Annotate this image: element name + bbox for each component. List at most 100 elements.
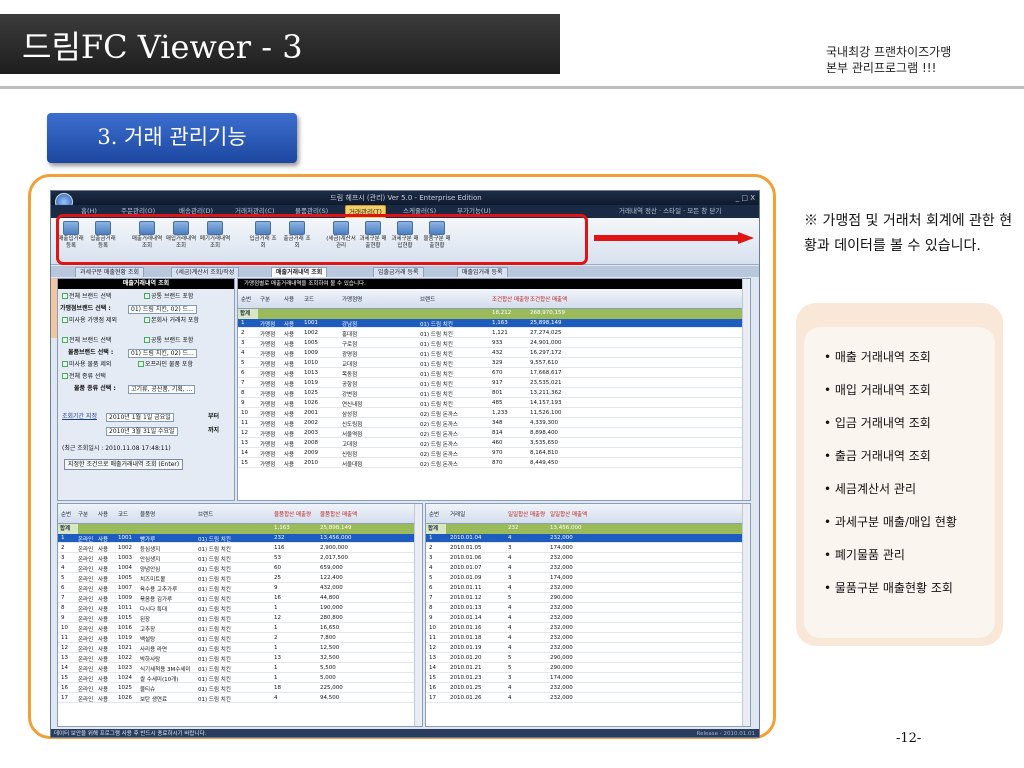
table-row[interactable]: 12 가맹점 사용 2003 서울역점 02) 드림 돈까스 814 8,898,400 [238,429,750,438]
table-cell: 1004 [118,565,132,571]
table-row[interactable]: 15 2010.01.23 3 174,000 [426,674,750,683]
table-cell: 01) 드림 치킨 [420,392,453,398]
column-header: 사용 [98,512,109,518]
table-row[interactable]: 9 온라인 사용 1015 된장 01) 드림 치킨 12 280,800 [58,614,422,623]
table-cell: 다시다 특대 [140,607,168,613]
table-cell: 1 [241,320,245,326]
table-cell: 3 [61,555,65,561]
table-cell: 15 [61,675,68,681]
table-row[interactable]: 10 2010.01.16 4 232,000 [426,624,750,633]
table-cell: 4 [508,695,512,701]
table-row[interactable]: 1 가맹점 사용 1001 강남점 01) 드림 치킨 1,163 25,898,149 [238,319,750,328]
table-cell: 329 [492,360,503,366]
table-row[interactable]: 13 온라인 사용 1022 박하사탕 01) 드림 치킨 13 32,500 [58,654,422,663]
table-row[interactable]: 7 가맹점 사용 1019 공항점 01) 드림 치킨 917 23,535,021 [238,379,750,388]
to-suffix: 까지 [208,427,220,434]
table-row[interactable]: 14 가맹점 사용 2009 신림점 02) 드림 돈까스 970 8,164,810 [238,449,750,458]
table-cell: 15 [429,675,436,681]
table-row[interactable]: 16 온라인 사용 1025 물티슈 01) 드림 치킨 18 225,000 [58,684,422,693]
table-cell: 2,900,000 [320,545,348,551]
table-row[interactable]: 3 가맹점 사용 1005 구로점 01) 드림 치킨 933 24,901,000 [238,339,750,348]
table-row[interactable]: 5 온라인 사용 1005 치즈미트볼 01) 드림 치킨 25 122,400 [58,574,422,583]
table-cell: 사용 [98,667,109,673]
table-row[interactable]: 14 온라인 사용 1023 식기세척용 3M수세미 01) 드림 치킨 1 5,500 [58,664,422,673]
table-row[interactable]: 17 2010.01.26 4 232,000 [426,694,750,703]
table-row[interactable]: 11 가맹점 사용 2002 신도림점 02) 드림 돈까스 348 4,339,300 [238,419,750,428]
table-row[interactable]: 2 가맹점 사용 1002 홍대점 01) 드림 치킨 1,121 27,274,025 [238,329,750,338]
table-row[interactable]: 13 가맹점 사용 2008 고대점 02) 드림 돈까스 460 3,535,650 [238,439,750,448]
table-row[interactable]: 11 2010.01.18 4 232,000 [426,634,750,643]
table-row[interactable]: 14 2010.01.21 5 290,000 [426,664,750,673]
table-row[interactable]: 6 2010.01.11 4 232,000 [426,584,750,593]
table-cell: 13,456,000 [320,535,352,541]
table-row[interactable]: 4 온라인 사용 1004 양념안심 01) 드림 치킨 60 659,000 [58,564,422,573]
table-row[interactable]: 15 가맹점 사용 2010 서울대점 02) 드림 돈까스 870 8,449,450 [238,459,750,468]
table-cell: 01) 드림 치킨 [198,577,231,583]
exclude-unused-checkbox[interactable]: 미사용 가맹점 제외 [62,317,117,325]
table-row[interactable]: 9 2010.01.14 4 232,000 [426,614,750,623]
franchise-brand-label: 가맹점브랜드 선택 : [60,305,111,312]
table-cell: 7 [429,595,433,601]
tab-sales-history[interactable]: 매출거래내역 조회 [271,267,328,277]
exclude-unused-goods-checkbox[interactable]: 미사용 물품 제외 [62,361,111,369]
table-row[interactable]: 8 2010.01.13 4 232,000 [426,604,750,613]
table-row[interactable]: 10 온라인 사용 1016 고추장 01) 드림 치킨 1 16,650 [58,624,422,633]
all-brand-checkbox[interactable]: 전체 브랜드 선택 [62,293,111,301]
table-row[interactable]: 4 2010.01.07 4 232,000 [426,564,750,573]
include-head-checkbox[interactable]: 본회사 거래처 포함 [144,317,199,325]
window-controls[interactable]: _ □ X [736,191,755,205]
date-to-picker[interactable]: 2010년 3월 31일 수요일 [106,427,178,436]
table-cell: 1 [274,625,278,631]
tab-tax-sales[interactable]: 과세구분 매출현황 조회 [75,267,145,277]
table-row[interactable]: 8 온라인 사용 1011 다시다 특대 01) 드림 치킨 1 190,000 [58,604,422,613]
table-row[interactable]: 2 2010.01.05 3 174,000 [426,544,750,553]
table-row[interactable]: 17 온라인 사용 1026 보탄 생연료 01) 드림 치킨 4 94,500 [58,694,422,703]
franchise-brand-select[interactable]: 01) 드림 치킨, 02) 드... [128,305,197,314]
common-brand2-checkbox[interactable]: 공통 브랜드 포함 [144,337,193,345]
table-cell: 사용 [284,462,295,468]
table-cell: 232 [274,535,285,541]
table-row[interactable]: 5 2010.01.09 3 174,000 [426,574,750,583]
grid-scrollbar[interactable] [742,279,750,500]
table-row[interactable]: 7 2010.01.12 5 290,000 [426,594,750,603]
kind-select[interactable]: 고기류, 공산품, 기획, ... [128,385,196,394]
table-row[interactable]: 11 온라인 사용 1019 백설탕 01) 드림 치킨 2 7,800 [58,634,422,643]
table-row[interactable]: 9 가맹점 사용 1026 연신내점 01) 드림 치킨 485 14,157,193 [238,399,750,408]
table-cell: 01) 드림 치킨 [198,547,231,553]
table-row[interactable]: 1 2010.01.04 4 232,000 [426,534,750,543]
table-row[interactable]: 6 가맹점 사용 1013 목동점 01) 드림 치킨 670 17,668,617 [238,369,750,378]
table-row[interactable]: 12 2010.01.19 4 232,000 [426,644,750,653]
tab-payment-register[interactable]: 입출금거래 등록 [373,267,424,277]
table-row[interactable]: 8 가맹점 사용 1025 강변점 01) 드림 치킨 801 13,211,362 [238,389,750,398]
table-row[interactable]: 3 온라인 사용 1003 안심생지 01) 드림 치킨 53 2,017,500 [58,554,422,563]
table-row[interactable]: 10 가맹점 사용 2001 삼성점 02) 드림 돈까스 1,233 11,526,100 [238,409,750,418]
table-row[interactable]: 6 온라인 사용 1007 육수용 고추가루 01) 드림 치킨 9 432,000 [58,584,422,593]
all-kind-checkbox[interactable]: 전체 종류 선택 [62,373,106,381]
common-brand-checkbox[interactable]: 공통 브랜드 포함 [144,293,193,301]
table-cell: 가맹점 [260,412,276,418]
table-row[interactable]: 5 가맹점 사용 1010 교대점 01) 드림 치킨 329 9,557,610 [238,359,750,368]
tab-trade-register[interactable]: 매출입거래 등록 [457,267,508,277]
table-cell: 2010.01.12 [450,595,482,601]
goods-brand-select[interactable]: 01) 드림 치킨, 02) 드... [128,349,197,358]
include-offline-checkbox[interactable]: 오프라인 물품 포함 [138,361,193,369]
table-row[interactable]: 3 2010.01.06 4 232,000 [426,554,750,563]
table-row[interactable]: 4 가맹점 사용 1009 광명점 01) 드림 치킨 432 16,297,172 [238,349,750,358]
table-row[interactable]: 16 2010.01.25 4 232,000 [426,684,750,693]
grid-scrollbar[interactable] [414,504,422,726]
table-row[interactable]: 15 온라인 사용 1024 쌀 수세미(10개) 01) 드림 치킨 1 5,000 [58,674,422,683]
table-row[interactable]: 12 온라인 사용 1021 사리용 라면 01) 드림 치킨 1 12,500 [58,644,422,653]
date-from-picker[interactable]: 2010년 1월 1일 금요일 [106,413,174,422]
menu-right-tools[interactable]: 거래내역 정산 · 스타일 · 모든 창 닫기 [619,205,721,218]
table-cell: 온라인 [78,637,94,643]
table-row[interactable]: 1 온라인 사용 1001 빵가루 01) 드림 치킨 232 13,456,000 [58,534,422,543]
kind-label: 물품 종류 선택 : [74,385,116,392]
table-cell: 구로점 [342,342,358,348]
table-row[interactable]: 13 2010.01.20 5 290,000 [426,654,750,663]
tab-tax-invoice[interactable]: (세금)계산서 조회/작성 [171,267,240,277]
all-brand2-checkbox[interactable]: 전체 브랜드 선택 [62,337,111,345]
table-row[interactable]: 7 온라인 사용 1009 볶음용 김가루 01) 드림 치킨 16 44,800 [58,594,422,603]
table-row[interactable]: 2 온라인 사용 1002 등심생지 01) 드림 치킨 116 2,900,000 [58,544,422,553]
run-query-button[interactable]: 지정한 조건으로 매출거래내역 조회 (Enter) [64,459,184,470]
grid-scrollbar[interactable] [742,504,750,726]
